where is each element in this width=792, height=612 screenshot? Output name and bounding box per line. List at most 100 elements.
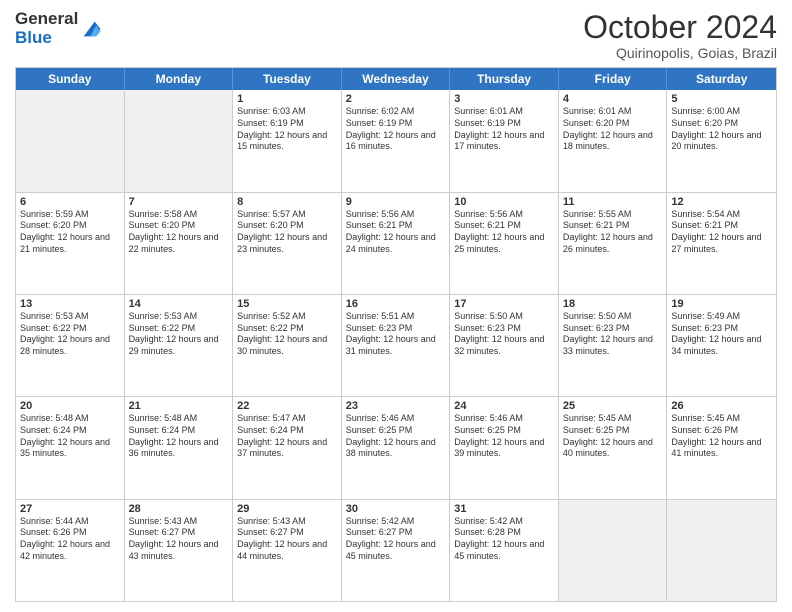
calendar-cell: 3Sunrise: 6:01 AM Sunset: 6:19 PM Daylig…	[450, 90, 559, 191]
day-number: 6	[20, 196, 120, 208]
calendar-cell: 26Sunrise: 5:45 AM Sunset: 6:26 PM Dayli…	[667, 397, 776, 498]
day-number: 4	[563, 93, 663, 105]
day-info: Sunrise: 5:44 AM Sunset: 6:26 PM Dayligh…	[20, 516, 120, 563]
calendar-week-1: 1Sunrise: 6:03 AM Sunset: 6:19 PM Daylig…	[16, 90, 776, 192]
calendar-cell: 24Sunrise: 5:46 AM Sunset: 6:25 PM Dayli…	[450, 397, 559, 498]
day-info: Sunrise: 6:01 AM Sunset: 6:19 PM Dayligh…	[454, 106, 554, 153]
calendar-cell: 10Sunrise: 5:56 AM Sunset: 6:21 PM Dayli…	[450, 193, 559, 294]
logo-icon	[80, 18, 102, 40]
day-info: Sunrise: 5:45 AM Sunset: 6:26 PM Dayligh…	[671, 413, 772, 460]
day-number: 2	[346, 93, 446, 105]
day-info: Sunrise: 5:51 AM Sunset: 6:23 PM Dayligh…	[346, 311, 446, 358]
day-info: Sunrise: 5:43 AM Sunset: 6:27 PM Dayligh…	[237, 516, 337, 563]
day-number: 27	[20, 503, 120, 515]
day-number: 19	[671, 298, 772, 310]
day-info: Sunrise: 5:45 AM Sunset: 6:25 PM Dayligh…	[563, 413, 663, 460]
day-number: 8	[237, 196, 337, 208]
day-number: 14	[129, 298, 229, 310]
calendar-cell	[125, 90, 234, 191]
day-info: Sunrise: 5:59 AM Sunset: 6:20 PM Dayligh…	[20, 209, 120, 256]
month-title: October 2024	[583, 10, 777, 45]
calendar-cell: 19Sunrise: 5:49 AM Sunset: 6:23 PM Dayli…	[667, 295, 776, 396]
day-number: 11	[563, 196, 663, 208]
day-number: 16	[346, 298, 446, 310]
day-number: 20	[20, 400, 120, 412]
calendar-cell: 30Sunrise: 5:42 AM Sunset: 6:27 PM Dayli…	[342, 500, 451, 601]
day-info: Sunrise: 5:58 AM Sunset: 6:20 PM Dayligh…	[129, 209, 229, 256]
day-number: 5	[671, 93, 772, 105]
day-info: Sunrise: 5:50 AM Sunset: 6:23 PM Dayligh…	[563, 311, 663, 358]
calendar-cell: 7Sunrise: 5:58 AM Sunset: 6:20 PM Daylig…	[125, 193, 234, 294]
calendar-header: SundayMondayTuesdayWednesdayThursdayFrid…	[16, 68, 776, 90]
logo: General Blue	[15, 10, 102, 47]
calendar-cell: 20Sunrise: 5:48 AM Sunset: 6:24 PM Dayli…	[16, 397, 125, 498]
day-info: Sunrise: 5:47 AM Sunset: 6:24 PM Dayligh…	[237, 413, 337, 460]
calendar-cell: 27Sunrise: 5:44 AM Sunset: 6:26 PM Dayli…	[16, 500, 125, 601]
calendar-week-2: 6Sunrise: 5:59 AM Sunset: 6:20 PM Daylig…	[16, 193, 776, 295]
day-number: 13	[20, 298, 120, 310]
header-day-tuesday: Tuesday	[233, 68, 342, 90]
day-info: Sunrise: 5:53 AM Sunset: 6:22 PM Dayligh…	[20, 311, 120, 358]
calendar-cell: 29Sunrise: 5:43 AM Sunset: 6:27 PM Dayli…	[233, 500, 342, 601]
calendar-cell: 17Sunrise: 5:50 AM Sunset: 6:23 PM Dayli…	[450, 295, 559, 396]
day-info: Sunrise: 5:46 AM Sunset: 6:25 PM Dayligh…	[454, 413, 554, 460]
calendar-cell: 14Sunrise: 5:53 AM Sunset: 6:22 PM Dayli…	[125, 295, 234, 396]
day-info: Sunrise: 6:02 AM Sunset: 6:19 PM Dayligh…	[346, 106, 446, 153]
title-block: October 2024 Quirinopolis, Goias, Brazil	[583, 10, 777, 61]
calendar-cell: 22Sunrise: 5:47 AM Sunset: 6:24 PM Dayli…	[233, 397, 342, 498]
calendar: SundayMondayTuesdayWednesdayThursdayFrid…	[15, 67, 777, 602]
day-info: Sunrise: 5:53 AM Sunset: 6:22 PM Dayligh…	[129, 311, 229, 358]
calendar-cell: 28Sunrise: 5:43 AM Sunset: 6:27 PM Dayli…	[125, 500, 234, 601]
day-info: Sunrise: 5:56 AM Sunset: 6:21 PM Dayligh…	[346, 209, 446, 256]
day-info: Sunrise: 5:49 AM Sunset: 6:23 PM Dayligh…	[671, 311, 772, 358]
calendar-cell: 4Sunrise: 6:01 AM Sunset: 6:20 PM Daylig…	[559, 90, 668, 191]
calendar-cell: 5Sunrise: 6:00 AM Sunset: 6:20 PM Daylig…	[667, 90, 776, 191]
day-info: Sunrise: 5:50 AM Sunset: 6:23 PM Dayligh…	[454, 311, 554, 358]
calendar-cell: 13Sunrise: 5:53 AM Sunset: 6:22 PM Dayli…	[16, 295, 125, 396]
calendar-cell: 18Sunrise: 5:50 AM Sunset: 6:23 PM Dayli…	[559, 295, 668, 396]
calendar-cell: 2Sunrise: 6:02 AM Sunset: 6:19 PM Daylig…	[342, 90, 451, 191]
calendar-cell: 23Sunrise: 5:46 AM Sunset: 6:25 PM Dayli…	[342, 397, 451, 498]
calendar-week-3: 13Sunrise: 5:53 AM Sunset: 6:22 PM Dayli…	[16, 295, 776, 397]
page-header: General Blue October 2024 Quirinopolis, …	[15, 10, 777, 61]
header-day-wednesday: Wednesday	[342, 68, 451, 90]
calendar-cell: 31Sunrise: 5:42 AM Sunset: 6:28 PM Dayli…	[450, 500, 559, 601]
day-number: 10	[454, 196, 554, 208]
day-number: 22	[237, 400, 337, 412]
calendar-cell: 15Sunrise: 5:52 AM Sunset: 6:22 PM Dayli…	[233, 295, 342, 396]
logo-blue-text: Blue	[15, 29, 78, 48]
day-info: Sunrise: 5:55 AM Sunset: 6:21 PM Dayligh…	[563, 209, 663, 256]
calendar-week-5: 27Sunrise: 5:44 AM Sunset: 6:26 PM Dayli…	[16, 500, 776, 601]
calendar-cell: 21Sunrise: 5:48 AM Sunset: 6:24 PM Dayli…	[125, 397, 234, 498]
day-number: 25	[563, 400, 663, 412]
day-info: Sunrise: 5:56 AM Sunset: 6:21 PM Dayligh…	[454, 209, 554, 256]
calendar-cell: 9Sunrise: 5:56 AM Sunset: 6:21 PM Daylig…	[342, 193, 451, 294]
header-day-sunday: Sunday	[16, 68, 125, 90]
day-number: 24	[454, 400, 554, 412]
calendar-cell	[667, 500, 776, 601]
day-number: 3	[454, 93, 554, 105]
day-number: 9	[346, 196, 446, 208]
calendar-cell: 12Sunrise: 5:54 AM Sunset: 6:21 PM Dayli…	[667, 193, 776, 294]
day-info: Sunrise: 5:48 AM Sunset: 6:24 PM Dayligh…	[20, 413, 120, 460]
day-number: 31	[454, 503, 554, 515]
day-info: Sunrise: 6:01 AM Sunset: 6:20 PM Dayligh…	[563, 106, 663, 153]
day-info: Sunrise: 5:43 AM Sunset: 6:27 PM Dayligh…	[129, 516, 229, 563]
calendar-cell: 1Sunrise: 6:03 AM Sunset: 6:19 PM Daylig…	[233, 90, 342, 191]
calendar-body: 1Sunrise: 6:03 AM Sunset: 6:19 PM Daylig…	[16, 90, 776, 601]
day-info: Sunrise: 5:48 AM Sunset: 6:24 PM Dayligh…	[129, 413, 229, 460]
day-info: Sunrise: 5:57 AM Sunset: 6:20 PM Dayligh…	[237, 209, 337, 256]
logo-general-text: General	[15, 10, 78, 29]
day-number: 29	[237, 503, 337, 515]
day-info: Sunrise: 6:03 AM Sunset: 6:19 PM Dayligh…	[237, 106, 337, 153]
day-info: Sunrise: 5:54 AM Sunset: 6:21 PM Dayligh…	[671, 209, 772, 256]
calendar-cell	[16, 90, 125, 191]
header-day-thursday: Thursday	[450, 68, 559, 90]
day-number: 12	[671, 196, 772, 208]
header-day-friday: Friday	[559, 68, 668, 90]
location: Quirinopolis, Goias, Brazil	[583, 45, 777, 61]
day-info: Sunrise: 5:42 AM Sunset: 6:27 PM Dayligh…	[346, 516, 446, 563]
calendar-cell: 8Sunrise: 5:57 AM Sunset: 6:20 PM Daylig…	[233, 193, 342, 294]
day-info: Sunrise: 5:52 AM Sunset: 6:22 PM Dayligh…	[237, 311, 337, 358]
day-number: 30	[346, 503, 446, 515]
